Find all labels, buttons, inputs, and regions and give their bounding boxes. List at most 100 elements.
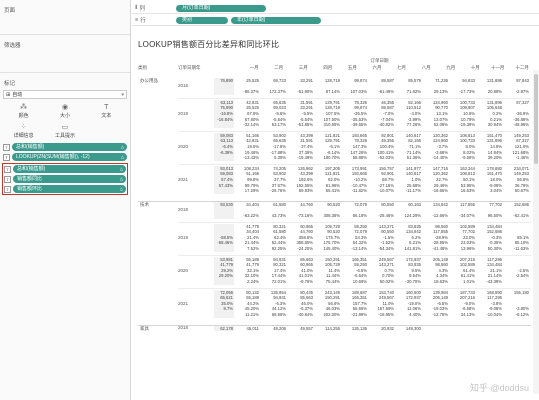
table-cell: 17.29% bbox=[244, 188, 259, 194]
year-divider bbox=[178, 130, 531, 132]
rows-shelf[interactable]: ≡ 行 类别 年(订单日期) bbox=[132, 15, 539, 26]
tooltip-button[interactable]: ▭ 工具提示 bbox=[44, 122, 85, 140]
size-label: 大小 bbox=[59, 112, 70, 119]
warning-icon: △ bbox=[120, 154, 124, 159]
warning-icon: △ bbox=[119, 186, 123, 191]
table-row: -32.14% 53.17% -51.85% 310.85% -39.65% -40.82… bbox=[214, 122, 531, 128]
year-label[interactable]: 2018 bbox=[178, 325, 188, 330]
table-cell: -1.46% bbox=[515, 155, 529, 161]
table-cell: -2.97% bbox=[515, 89, 529, 95]
rows-pill-category[interactable]: 类别 bbox=[176, 16, 228, 24]
table-cell: -11.17% bbox=[405, 188, 421, 194]
table-row: -63.22% 43.73% -73.16% 308.38% 66.18% -28.46%… bbox=[214, 213, 531, 219]
year-label[interactable]: 2019 bbox=[178, 111, 188, 116]
left-pane: 页面 筛选器 标记 ⊞ 自动 ▾ ⁂ 颜色 ◉ 大小 T 文本 ⁘ 详细信息 ▭… bbox=[0, 0, 131, 400]
table-cell: 20,932 bbox=[381, 325, 394, 331]
vertical-scrollbar[interactable] bbox=[533, 70, 539, 394]
table-row: 62,178 45,011 48,206 49,557 114,255 126,136 20… bbox=[214, 326, 531, 332]
table-cell: 310.85% bbox=[323, 122, 340, 128]
warning-icon: △ bbox=[119, 176, 123, 181]
marks-pill-mom[interactable]: 销售额环比 △ bbox=[13, 185, 126, 193]
table-cell: 77.26% bbox=[406, 122, 421, 128]
month-header[interactable]: 七月 bbox=[383, 65, 408, 75]
year-label[interactable]: 2021 bbox=[178, 177, 188, 182]
month-header[interactable]: 十一月 bbox=[482, 65, 507, 75]
marks-pill-sum-sales[interactable]: 总和(销售额) △ bbox=[12, 143, 127, 151]
marks-pill-yoy[interactable]: 销售额同比 △ bbox=[13, 175, 126, 183]
header-year: 订单日期年 bbox=[178, 65, 201, 70]
table-cell: 2.24% bbox=[247, 279, 259, 284]
text-mark-icon: T bbox=[3, 143, 10, 151]
year-label[interactable]: 2018 bbox=[178, 83, 188, 88]
table-cell: -9.76% bbox=[299, 279, 313, 284]
month-header[interactable]: 五月 bbox=[334, 65, 359, 75]
table-cell: 69.93% bbox=[298, 188, 313, 194]
table-cell: 48,206 bbox=[273, 325, 286, 331]
month-header[interactable]: 一月 bbox=[236, 65, 261, 75]
table-cell: 5.39% bbox=[274, 155, 286, 161]
mark-type-dropdown[interactable]: ⊞ 自动 ▾ bbox=[3, 90, 127, 99]
text-mark-icon: T bbox=[4, 165, 11, 173]
table-cell: -73.16% bbox=[297, 213, 313, 218]
year-label[interactable]: 2021 bbox=[178, 301, 188, 306]
marks-pill-sum-sales-2[interactable]: 总和(销售额) △ bbox=[13, 165, 126, 173]
scrollbar-thumb[interactable] bbox=[534, 74, 538, 164]
table-cell: 39.20% bbox=[487, 155, 502, 161]
table-cell: 87.14% bbox=[325, 89, 340, 95]
tooltip-icon: ▭ bbox=[61, 123, 69, 131]
month-header[interactable]: 十二月 bbox=[506, 65, 531, 75]
table-cell: -32.14% bbox=[243, 122, 259, 128]
table-cell: 72.01% bbox=[271, 279, 286, 284]
table-cell: -63.22% bbox=[243, 213, 259, 218]
table-cell: -61.49% bbox=[378, 89, 394, 95]
table-cell: 30.94% bbox=[487, 122, 502, 128]
mark-type-value: 自动 bbox=[12, 92, 23, 98]
month-header[interactable]: 二月 bbox=[261, 65, 286, 75]
year-label[interactable]: 2019 bbox=[178, 235, 188, 240]
table-cell: -10.04% bbox=[486, 312, 502, 317]
table-cell: 53.17% bbox=[271, 122, 286, 128]
detail-button[interactable]: ⁘ 详细信息 bbox=[3, 122, 44, 140]
filters-shelf[interactable]: 筛选器 bbox=[0, 34, 130, 68]
chevron-down-icon: ▾ bbox=[121, 91, 124, 98]
january-cell bbox=[214, 122, 234, 128]
rows-pill-year[interactable]: 年(订单日期) bbox=[231, 16, 321, 24]
table-cell: 49,557 bbox=[300, 325, 313, 331]
marks-card: 标记 ⊞ 自动 ▾ ⁂ 颜色 ◉ 大小 T 文本 ⁘ 详细信息 ▭ 工具提示 T… bbox=[0, 72, 130, 400]
month-header[interactable]: 八月 bbox=[408, 65, 433, 75]
text-button[interactable]: T 文本 bbox=[86, 102, 127, 120]
month-header[interactable]: 十月 bbox=[457, 65, 482, 75]
category-label[interactable]: 家具 bbox=[140, 326, 149, 332]
january-cell bbox=[214, 279, 234, 285]
month-header[interactable]: 六月 bbox=[359, 65, 384, 75]
table-cell: -86.37% bbox=[243, 89, 259, 95]
marks-pill-row: T 销售额环比 △ bbox=[4, 185, 126, 193]
columns-pill-month[interactable]: 月(订单日期) bbox=[176, 4, 266, 12]
size-button[interactable]: ◉ 大小 bbox=[44, 102, 85, 120]
table-cell: 71.62% bbox=[406, 89, 421, 95]
month-header[interactable]: 三月 bbox=[285, 65, 310, 75]
color-button[interactable]: ⁂ 颜色 bbox=[3, 102, 44, 120]
table-row: 7.52% 92.25% -24.20% 145.40% -13.14% -54.34% 1… bbox=[214, 246, 531, 252]
year-label[interactable]: 2020 bbox=[178, 144, 188, 149]
marks-pill-lookup[interactable]: LOOKUP(ZN(SUM(销售额)), -12) △ bbox=[12, 153, 127, 161]
table-cell: -48.96% bbox=[513, 122, 529, 128]
table-row: -13.43% 5.39% -19.49% 180.70% 58.98% -52.03% 5… bbox=[214, 155, 531, 161]
table-cell: 18.63% bbox=[433, 279, 448, 284]
table-cell bbox=[477, 326, 504, 332]
table-cell: -11.63% bbox=[513, 246, 529, 251]
year-label[interactable]: 2018 bbox=[178, 207, 188, 212]
rows-shelf-label: ≡ 行 bbox=[132, 16, 166, 24]
rows-icon: ≡ bbox=[135, 17, 139, 23]
month-header[interactable]: 四月 bbox=[310, 65, 335, 75]
table-cell bbox=[450, 326, 477, 332]
table-cell: 16.53% bbox=[460, 188, 475, 194]
category-label[interactable]: 技术 bbox=[140, 202, 149, 208]
columns-shelf[interactable]: ⦀ 列 月(订单日期) bbox=[132, 3, 539, 14]
month-header[interactable]: 九月 bbox=[433, 65, 458, 75]
table-cell: 107.03% bbox=[350, 89, 367, 95]
tooltip-label: 工具提示 bbox=[54, 132, 75, 139]
year-label[interactable]: 2020 bbox=[178, 268, 188, 273]
worksheet-view[interactable]: LOOKUP销售额百分比差异和同比环比 订单日期 类别 订单日期年 一月 二月 三月… bbox=[132, 30, 539, 400]
category-label[interactable]: 办公用品 bbox=[140, 78, 158, 84]
